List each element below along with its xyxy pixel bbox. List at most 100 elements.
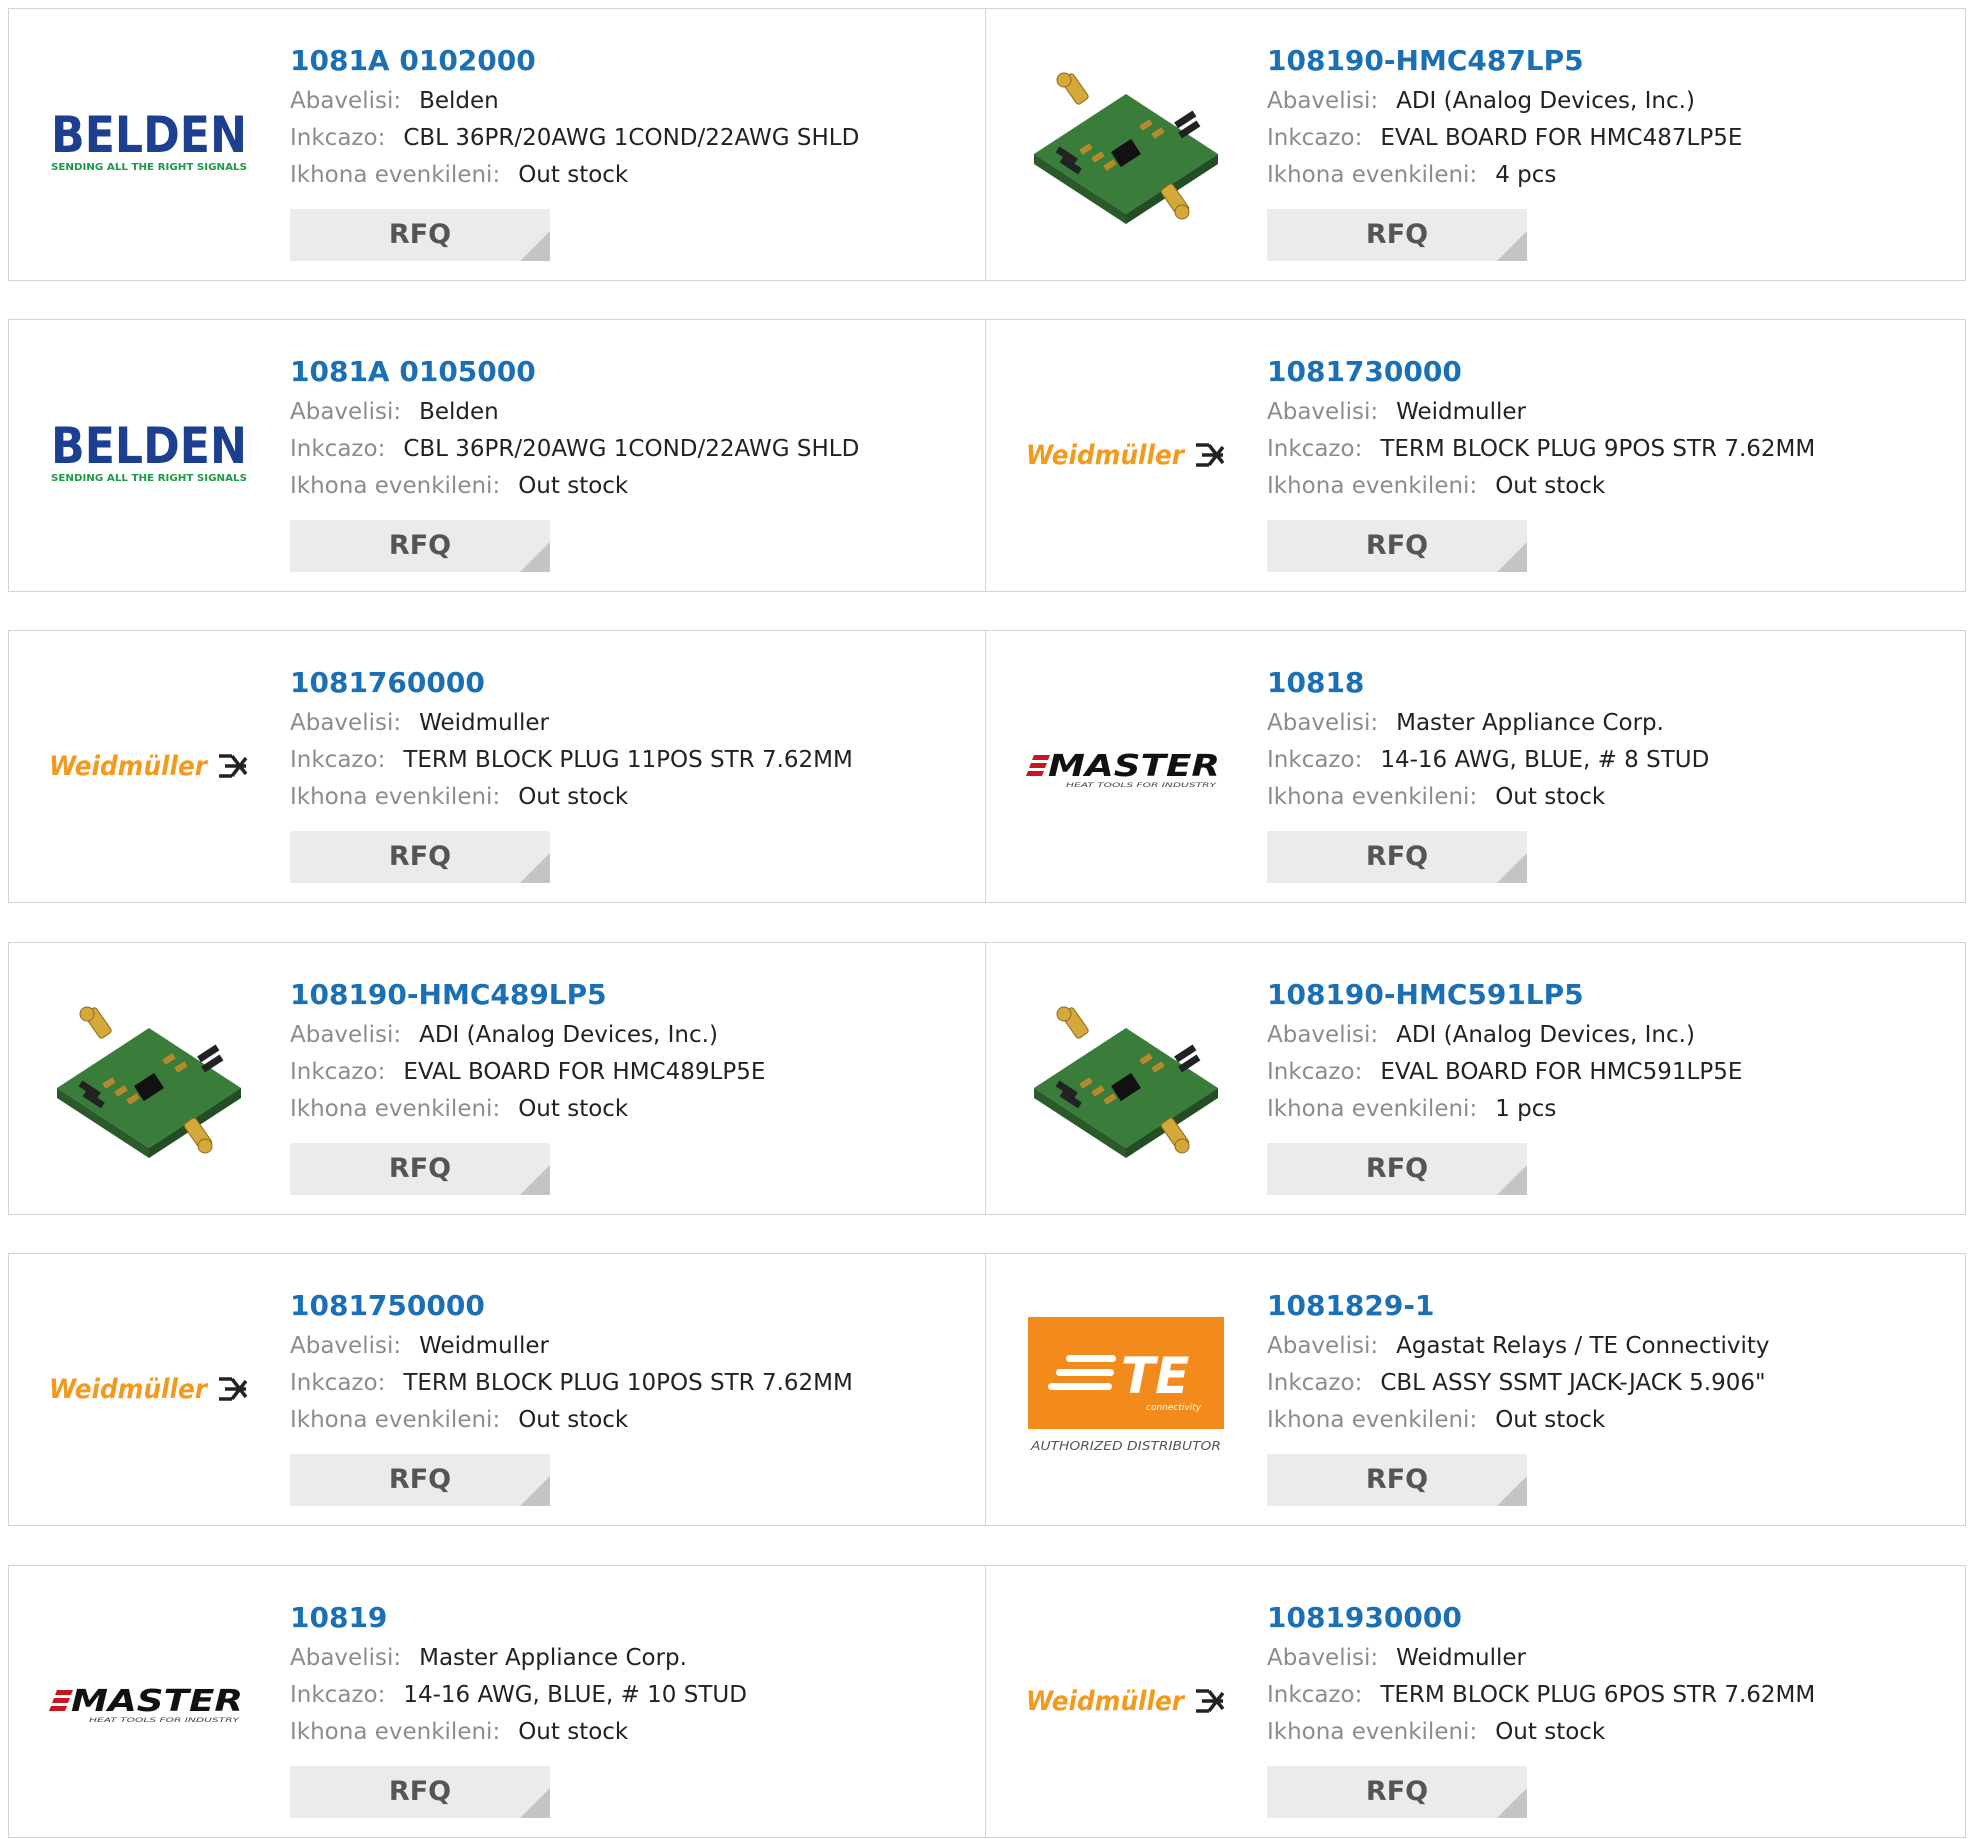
- part-number-link[interactable]: 1081760000: [290, 661, 966, 705]
- manufacturer-line: Abavelisi: ADI (Analog Devices, Inc.): [290, 1017, 966, 1054]
- product-info: 108190-HMC489LP5 Abavelisi: ADI (Analog De…: [290, 973, 966, 1128]
- stock-value: Out stock: [518, 1719, 629, 1745]
- manufacturer-value: Weidmuller: [419, 1333, 549, 1359]
- manufacturer-value: Belden: [419, 399, 499, 425]
- te-sub: connectivity: [1146, 1403, 1202, 1413]
- stock-value: 1 pcs: [1495, 1096, 1557, 1122]
- manufacturer-logo: MASTER HEAT TOOLS FOR INDUSTRY: [1026, 666, 1226, 866]
- product-info: 1081750000 Abavelisi: Weidmuller Inkcazo: TE…: [290, 1284, 966, 1439]
- manufacturer-logo: TE connectivity AUTHORIZED DISTRIBUTOR: [1026, 1289, 1226, 1489]
- description-line: Inkcazo: 14-16 AWG, BLUE, # 10 STUD: [290, 1677, 966, 1714]
- part-number-link[interactable]: 1081A 0105000: [290, 350, 966, 394]
- corner-fold-icon: [520, 1476, 550, 1506]
- stock-line: Ikhona evenkileni: Out stock: [290, 779, 966, 816]
- manufacturer-line: Abavelisi: Master Appliance Corp.: [290, 1640, 966, 1677]
- weidmuller-cross-icon: [219, 754, 248, 778]
- stock-value: Out stock: [518, 784, 629, 810]
- stock-value: Out stock: [1495, 1407, 1606, 1433]
- weidmuller-cross-icon: [1196, 1689, 1225, 1713]
- part-number-link[interactable]: 108190-HMC489LP5: [290, 973, 966, 1017]
- part-number-link[interactable]: 1081730000: [1267, 350, 1945, 394]
- rfq-button-label: RFQ: [388, 530, 452, 561]
- description-line: Inkcazo: CBL ASSY SSMT JACK-JACK 5.906": [1267, 1365, 1945, 1402]
- manufacturer-value: Agastat Relays / TE Connectivity: [1396, 1333, 1770, 1359]
- part-number-link[interactable]: 108190-HMC487LP5: [1267, 39, 1945, 83]
- rfq-button[interactable]: RFQ: [1267, 209, 1527, 261]
- rfq-button[interactable]: RFQ: [290, 1766, 550, 1818]
- rfq-button-label: RFQ: [1365, 841, 1429, 872]
- master-wordmark: MASTER: [71, 1684, 243, 1719]
- description-label: Inkcazo:: [1267, 1370, 1363, 1396]
- manufacturer-label: Abavelisi:: [1267, 399, 1379, 425]
- description-value: EVAL BOARD FOR HMC591LP5E: [1380, 1059, 1743, 1085]
- product-card: MASTER HEAT TOOLS FOR INDUSTRY 10819 Abavel…: [8, 1565, 987, 1838]
- product-card: Weidmüller 1081730000 Abavelisi: Weidmuller…: [985, 319, 1966, 592]
- manufacturer-logo: Weidmüller: [1026, 355, 1226, 555]
- stock-value: Out stock: [518, 473, 629, 499]
- part-number-link[interactable]: 108190-HMC591LP5: [1267, 973, 1945, 1017]
- rfq-button[interactable]: RFQ: [1267, 831, 1527, 883]
- product-card: BELDEN SENDING ALL THE RIGHT SIGNALS 1081A…: [8, 8, 987, 281]
- corner-fold-icon: [520, 542, 550, 572]
- stock-label: Ikhona evenkileni:: [1267, 1407, 1478, 1433]
- rfq-button[interactable]: RFQ: [1267, 1143, 1527, 1195]
- product-card: 108190-HMC489LP5 Abavelisi: ADI (Analog De…: [8, 942, 987, 1215]
- part-number-link[interactable]: 1081930000: [1267, 1596, 1945, 1640]
- manufacturer-label: Abavelisi:: [1267, 710, 1379, 736]
- description-label: Inkcazo:: [290, 1682, 386, 1708]
- stock-line: Ikhona evenkileni: Out stock: [290, 1402, 966, 1439]
- product-info: 108190-HMC591LP5 Abavelisi: ADI (Analog De…: [1267, 973, 1945, 1128]
- stock-label: Ikhona evenkileni:: [290, 1096, 501, 1122]
- manufacturer-label: Abavelisi:: [1267, 1333, 1379, 1359]
- part-number-link[interactable]: 1081A 0102000: [290, 39, 966, 83]
- product-row: MASTER HEAT TOOLS FOR INDUSTRY 10819 Abavel…: [8, 1565, 1966, 1838]
- part-number-link[interactable]: 10818: [1267, 661, 1945, 705]
- product-info: 1081930000 Abavelisi: Weidmuller Inkcazo: TE…: [1267, 1596, 1945, 1751]
- manufacturer-line: Abavelisi: Weidmuller: [1267, 1640, 1945, 1677]
- product-row: Weidmüller 1081760000 Abavelisi: Weidmuller…: [8, 630, 1966, 903]
- manufacturer-value: Weidmuller: [1396, 399, 1526, 425]
- rfq-button[interactable]: RFQ: [290, 831, 550, 883]
- manufacturer-label: Abavelisi:: [290, 88, 402, 114]
- stock-label: Ikhona evenkileni:: [1267, 784, 1478, 810]
- manufacturer-label: Abavelisi:: [290, 1022, 402, 1048]
- description-label: Inkcazo:: [290, 747, 386, 773]
- manufacturer-line: Abavelisi: Agastat Relays / TE Connectivi…: [1267, 1328, 1945, 1365]
- part-number-link[interactable]: 1081750000: [290, 1284, 966, 1328]
- description-label: Inkcazo:: [290, 125, 386, 151]
- rfq-button[interactable]: RFQ: [1267, 520, 1527, 572]
- master-tagline: HEAT TOOLS FOR INDUSTRY: [89, 1717, 241, 1724]
- corner-fold-icon: [1497, 1476, 1527, 1506]
- part-number-link[interactable]: 1081829-1: [1267, 1284, 1945, 1328]
- manufacturer-line: Abavelisi: ADI (Analog Devices, Inc.): [1267, 1017, 1945, 1054]
- corner-fold-icon: [1497, 231, 1527, 261]
- rfq-button[interactable]: RFQ: [290, 1143, 550, 1195]
- rfq-button[interactable]: RFQ: [290, 1454, 550, 1506]
- manufacturer-logo: Weidmüller: [49, 1289, 249, 1489]
- corner-fold-icon: [1497, 853, 1527, 883]
- rfq-button[interactable]: RFQ: [1267, 1766, 1527, 1818]
- weidmuller-cross-icon: [219, 1377, 248, 1401]
- description-label: Inkcazo:: [1267, 436, 1363, 462]
- manufacturer-logo: BELDEN SENDING ALL THE RIGHT SIGNALS: [49, 44, 249, 244]
- stock-value: Out stock: [518, 1407, 629, 1433]
- stock-value: Out stock: [1495, 1719, 1606, 1745]
- rfq-button-label: RFQ: [388, 1153, 452, 1184]
- product-card: 108190-HMC487LP5 Abavelisi: ADI (Analog De…: [985, 8, 1966, 281]
- product-card: 108190-HMC591LP5 Abavelisi: ADI (Analog De…: [985, 942, 1966, 1215]
- stock-label: Ikhona evenkileni:: [290, 1407, 501, 1433]
- rfq-button[interactable]: RFQ: [290, 520, 550, 572]
- rfq-button[interactable]: RFQ: [1267, 1454, 1527, 1506]
- manufacturer-logo: [1026, 978, 1226, 1178]
- stock-label: Ikhona evenkileni:: [290, 1719, 501, 1745]
- product-info: 10819 Abavelisi: Master Appliance Corp. Ink…: [290, 1596, 966, 1751]
- rfq-button[interactable]: RFQ: [290, 209, 550, 261]
- part-number-link[interactable]: 10819: [290, 1596, 966, 1640]
- description-label: Inkcazo:: [290, 436, 386, 462]
- product-row: BELDEN SENDING ALL THE RIGHT SIGNALS 1081A…: [8, 319, 1966, 592]
- stock-label: Ikhona evenkileni:: [1267, 1719, 1478, 1745]
- product-card: Weidmüller 1081760000 Abavelisi: Weidmuller…: [8, 630, 987, 903]
- stock-label: Ikhona evenkileni:: [1267, 1096, 1478, 1122]
- manufacturer-label: Abavelisi:: [290, 1333, 402, 1359]
- manufacturer-value: Weidmuller: [1396, 1645, 1526, 1671]
